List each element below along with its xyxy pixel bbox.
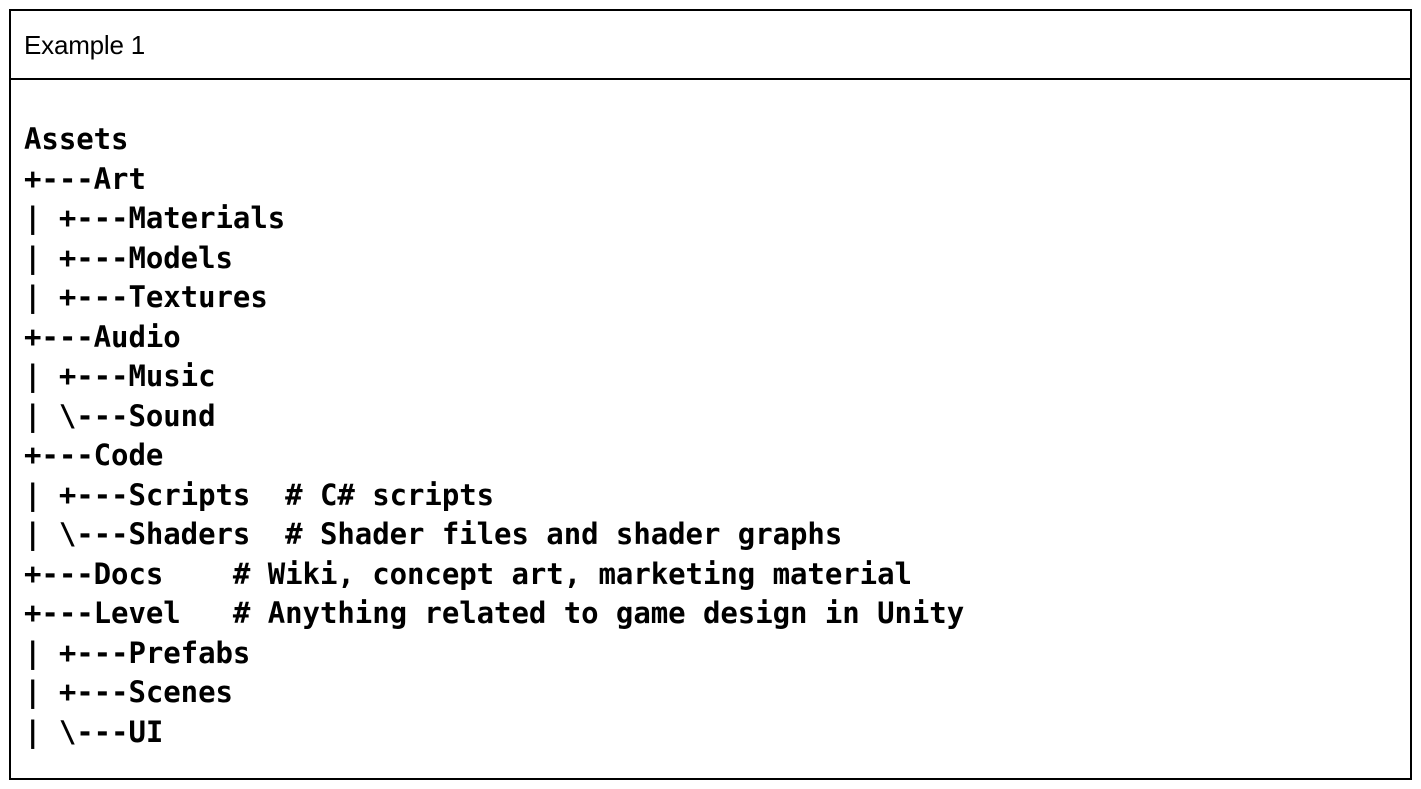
code-line: | \---Shaders # Shader files and shader … [24, 517, 843, 551]
code-line: | \---UI [24, 714, 164, 749]
code-line: +---Level # Anything related to game des… [24, 596, 965, 630]
code-line: | +---Scenes [24, 675, 233, 709]
example-header: Example 1 [11, 11, 1410, 80]
code-line: | +---Textures [24, 280, 268, 314]
example-body: Assets +---Art | +---Materials | +---Models… [11, 80, 1410, 778]
code-line: | +---Music [24, 359, 216, 393]
directory-tree-code-block: Assets +---Art | +---Materials | +---Models… [24, 120, 1410, 752]
example-title: Example 1 [24, 29, 146, 60]
code-line: +---Code [24, 438, 164, 472]
code-line: | +---Materials [24, 201, 286, 235]
example-container: Example 1 Assets +---Art | +---Materials | … [9, 9, 1412, 780]
code-line: | \---Sound [24, 398, 216, 433]
code-line: Assets [24, 122, 129, 156]
code-line: | +---Scripts # C# scripts [24, 477, 495, 512]
code-line: +---Audio [24, 319, 181, 354]
code-line: +---Docs # Wiki, concept art, marketing … [24, 556, 912, 591]
code-line: | +---Models [24, 240, 233, 275]
code-line: | +---Prefabs [24, 635, 251, 670]
code-line: +---Art [24, 161, 146, 196]
